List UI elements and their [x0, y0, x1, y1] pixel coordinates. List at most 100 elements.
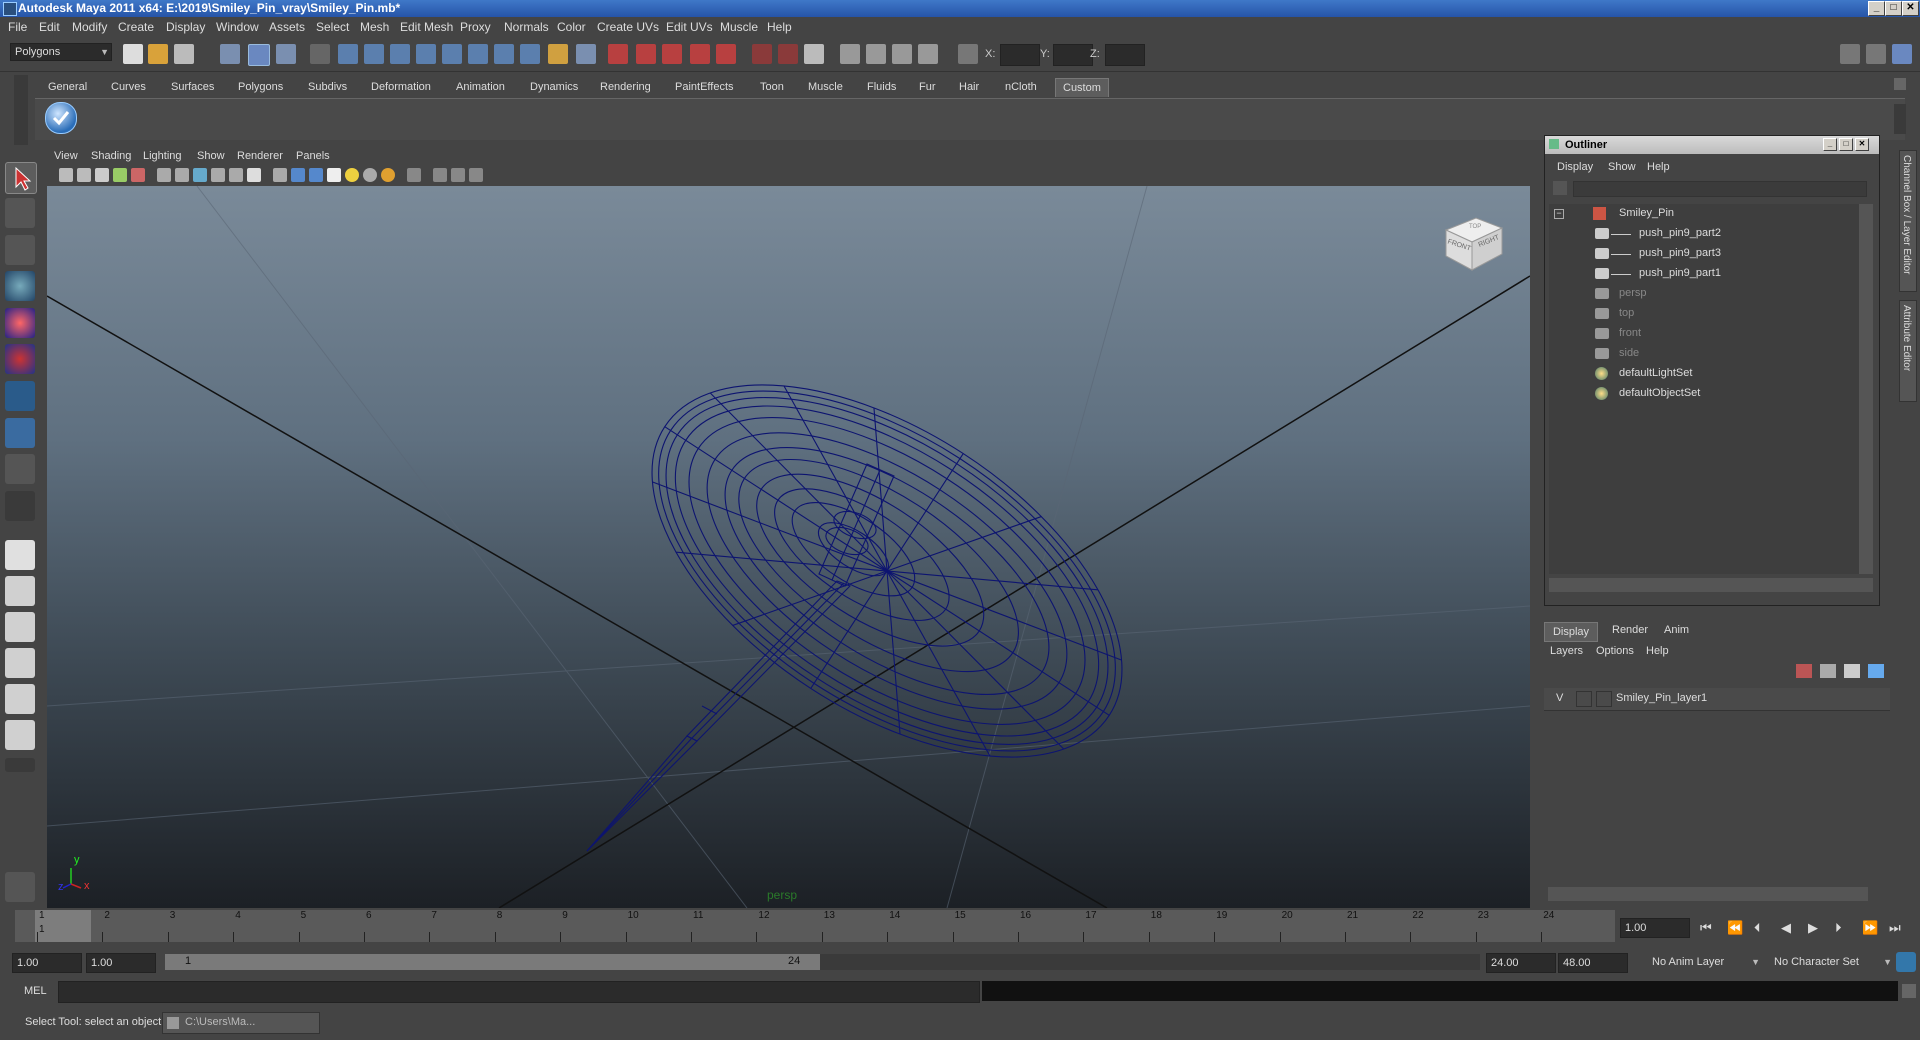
layer-visibility-toggle[interactable]: V [1556, 692, 1563, 704]
film-gate-icon[interactable] [131, 168, 145, 182]
shadows-icon[interactable] [381, 168, 395, 182]
menu-select[interactable]: Select [316, 20, 349, 34]
character-set-dropdown[interactable]: No Character Set ▼ [1770, 953, 1894, 971]
viewport-menu-lighting[interactable]: Lighting [143, 150, 182, 162]
menu-edit-uvs[interactable]: Edit UVs [666, 20, 713, 34]
channel-box-side-tab[interactable]: Channel Box / Layer Editor [1899, 150, 1917, 292]
outliner-item-push-pin9-part3[interactable]: push_pin9_part3 [1549, 244, 1849, 263]
move-layer-down-icon[interactable] [1868, 664, 1884, 678]
channel-icon[interactable] [918, 44, 938, 64]
last-tool-icon[interactable] [5, 491, 35, 521]
scene-canvas[interactable] [47, 186, 1530, 908]
menu-create[interactable]: Create [118, 20, 154, 34]
playback-start-field[interactable]: 1.00 [86, 953, 156, 973]
perspective-viewport[interactable]: FRONT RIGHT TOP y x z persp [47, 186, 1530, 908]
viewport-menu-panels[interactable]: Panels [296, 150, 330, 162]
lasso-tool-icon[interactable] [5, 198, 35, 228]
script-editor-icon[interactable] [1902, 984, 1916, 998]
hypershade-persp-layout-icon[interactable] [5, 684, 35, 714]
mask-icon[interactable] [310, 44, 330, 64]
script-task-button[interactable]: C:\Users\Ma... [162, 1012, 320, 1034]
anim-layer-dropdown[interactable]: No Anim Layer ▼ [1648, 953, 1762, 971]
magnet-off-icon[interactable] [716, 44, 736, 64]
save-scene-icon[interactable] [174, 44, 194, 64]
isolate-select-icon[interactable] [407, 168, 421, 182]
layer-playback-toggle[interactable] [1576, 691, 1592, 707]
scale-tool-icon[interactable] [5, 344, 35, 374]
shelf-tab-surfaces[interactable]: Surfaces [164, 78, 221, 96]
show-tool-settings-icon[interactable] [1866, 44, 1886, 64]
camera-select-icon[interactable] [59, 168, 73, 182]
current-time-field[interactable]: 1.00 [1620, 918, 1690, 938]
outliner-maximize-button[interactable]: □ [1839, 138, 1853, 151]
shelf-menu-handle[interactable] [14, 75, 28, 145]
persp-graph-layout-icon[interactable] [5, 648, 35, 678]
viewport-menu-view[interactable]: View [54, 150, 78, 162]
outliner-vertical-scrollbar[interactable] [1859, 204, 1873, 574]
safe-title-icon[interactable] [229, 168, 243, 182]
outliner-menu-show[interactable]: Show [1608, 161, 1636, 173]
single-perspective-layout-icon[interactable] [5, 540, 35, 570]
new-layer-icon[interactable] [1796, 664, 1812, 678]
image-plane-icon[interactable] [113, 168, 127, 182]
time-slider[interactable]: 1 1 2 3 4 5 6 7 8 9 10 11 12 13 14 15 16 17 18 19 20 21 22 23 24 [15, 910, 1615, 942]
input-ops-icon[interactable] [608, 44, 628, 64]
end-time-field[interactable]: 48.00 [1558, 953, 1628, 973]
magnet-live-icon[interactable] [690, 44, 710, 64]
shelf-tab-general[interactable]: General [41, 78, 94, 96]
select-component-icon[interactable] [276, 44, 296, 64]
outliner-minimize-button[interactable]: _ [1823, 138, 1837, 151]
outliner-item-push-pin9-part2[interactable]: push_pin9_part2 [1549, 224, 1849, 243]
shelf-tab-fluids[interactable]: Fluids [860, 78, 903, 96]
shelf-tab-subdivs[interactable]: Subdivs [301, 78, 354, 96]
select-object-icon[interactable] [248, 44, 270, 66]
viewport-menu-shading[interactable]: Shading [91, 150, 131, 162]
menu-create-uvs[interactable]: Create UVs [597, 20, 659, 34]
outliner-close-button[interactable]: ✕ [1855, 138, 1869, 151]
soft-mod-icon[interactable] [5, 418, 35, 448]
menu-color[interactable]: Color [557, 20, 586, 34]
menu-edit[interactable]: Edit [39, 20, 60, 34]
text-icon[interactable] [247, 168, 261, 182]
default-lighting-icon[interactable] [345, 168, 359, 182]
snap-grid-icon[interactable] [338, 44, 358, 64]
quick-layout-icon[interactable] [5, 872, 35, 902]
shelf-tab-ncloth[interactable]: nCloth [998, 78, 1044, 96]
graph-editor-icon[interactable] [892, 44, 912, 64]
paint-select-tool-icon[interactable] [5, 235, 35, 265]
layer-tab-render[interactable]: Render [1612, 624, 1648, 636]
render-current-icon[interactable] [752, 44, 772, 64]
snap-surface-icon[interactable] [442, 44, 462, 64]
menu-modify[interactable]: Modify [72, 20, 107, 34]
start-time-field[interactable]: 1.00 [12, 953, 82, 973]
y-input[interactable] [1053, 44, 1093, 66]
grid-toggle-icon[interactable] [157, 168, 171, 182]
view-cube-top-label[interactable]: TOP [1469, 224, 1481, 230]
layer-tab-display[interactable]: Display [1544, 622, 1598, 642]
magnet-icon[interactable] [662, 44, 682, 64]
select-hierarchy-icon[interactable] [220, 44, 240, 64]
menu-muscle[interactable]: Muscle [720, 20, 758, 34]
shelf-tab-fur[interactable]: Fur [912, 78, 943, 96]
go-to-end-icon[interactable]: ⏭ [1889, 920, 1901, 936]
snap-plane-icon[interactable] [416, 44, 436, 64]
output-ops-icon[interactable] [636, 44, 656, 64]
viewport-menu-show[interactable]: Show [197, 150, 225, 162]
shelf-tab-deformation[interactable]: Deformation [364, 78, 438, 96]
construction-icon[interactable] [576, 44, 596, 64]
step-back-key-icon[interactable]: ⏪ [1727, 920, 1743, 936]
question-icon[interactable] [520, 44, 540, 64]
shelf-tab-custom[interactable]: Custom [1055, 78, 1109, 97]
layout-menu-icon[interactable] [5, 758, 35, 772]
smooth-shade-icon[interactable] [291, 168, 305, 182]
layer-menu-options[interactable]: Options [1596, 645, 1634, 657]
snap-point-icon[interactable] [390, 44, 410, 64]
layer-color-swatch[interactable] [1596, 691, 1612, 707]
outliner-item-smiley-pin[interactable]: − Smiley_Pin [1549, 204, 1849, 223]
xray-components-icon[interactable] [469, 168, 483, 182]
shelf-tab-polygons[interactable]: Polygons [231, 78, 290, 96]
layer-tab-anim[interactable]: Anim [1664, 624, 1689, 636]
menu-edit-mesh[interactable]: Edit Mesh [400, 20, 453, 34]
menu-normals[interactable]: Normals [504, 20, 549, 34]
shelf-tab-hair[interactable]: Hair [952, 78, 986, 96]
